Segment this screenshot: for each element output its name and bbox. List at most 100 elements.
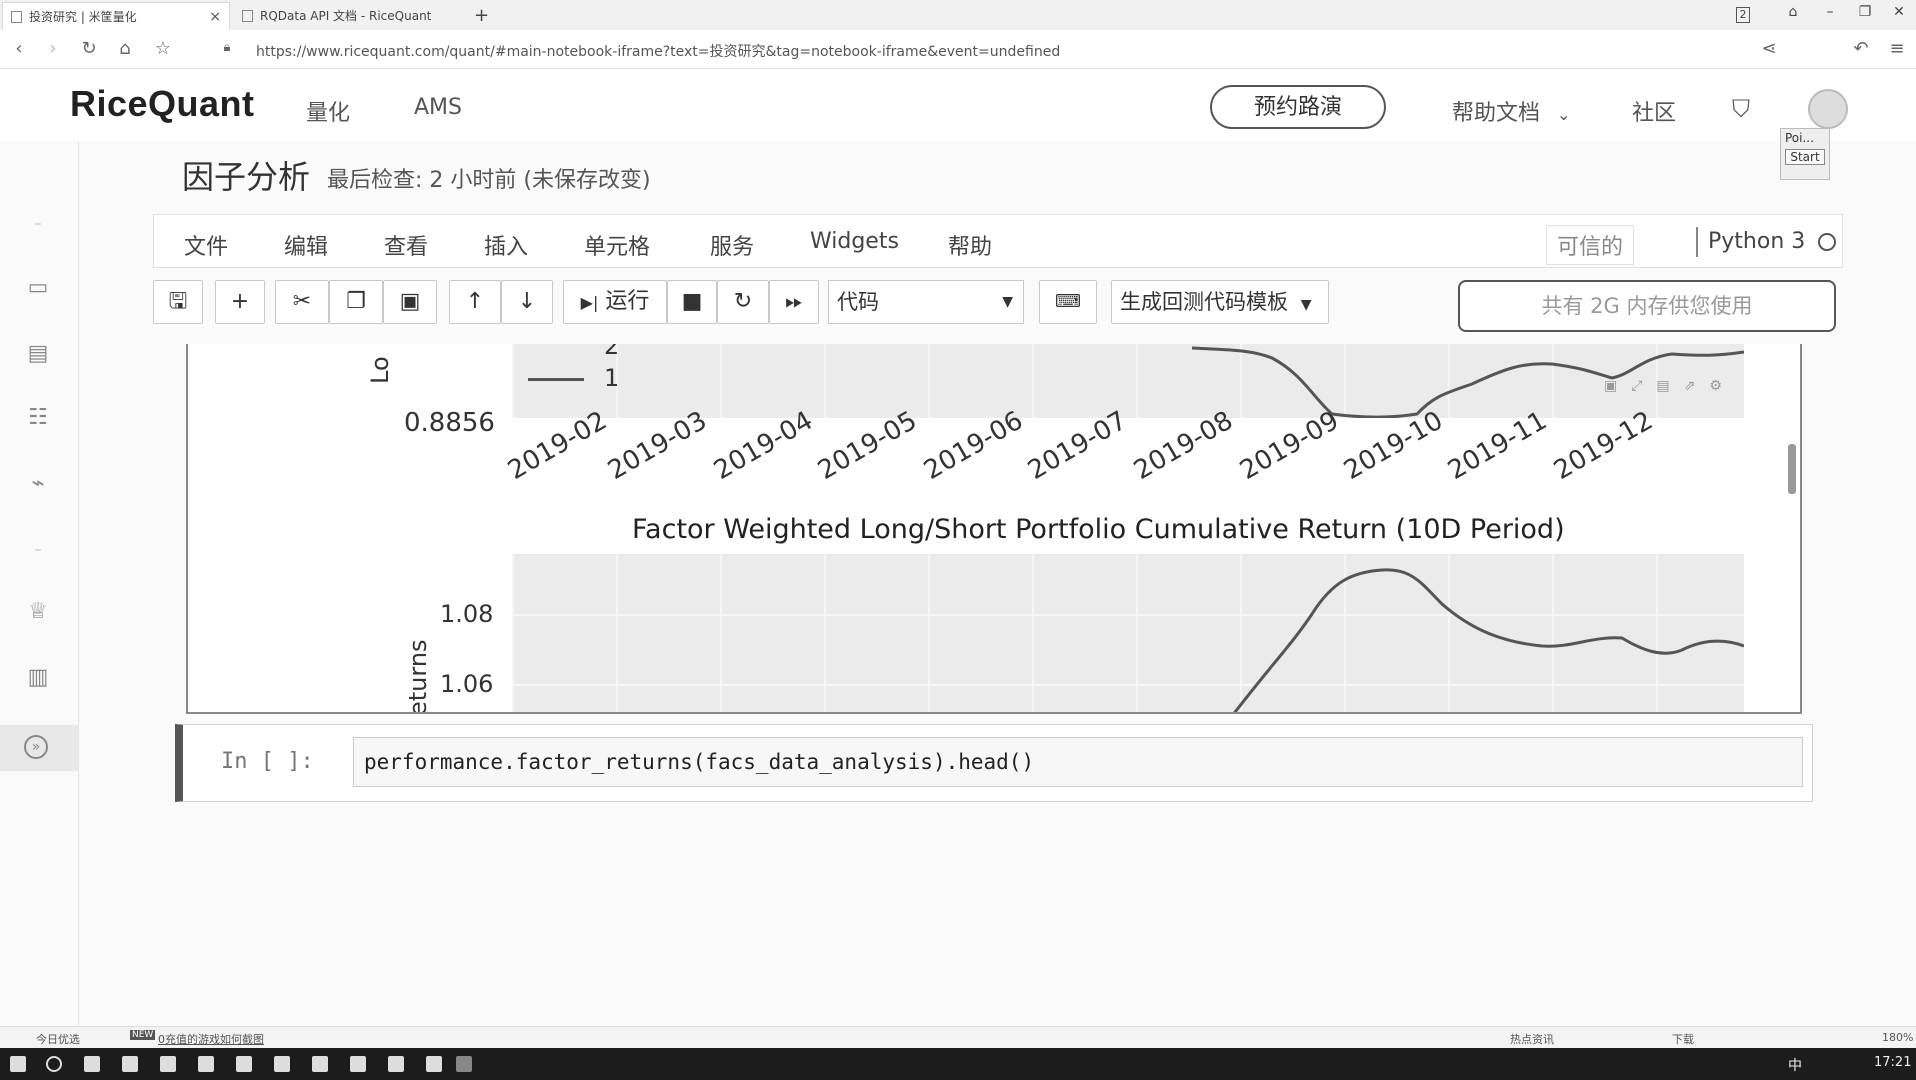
new-tab-button[interactable]: + <box>466 2 496 30</box>
app-icon[interactable] <box>274 1056 290 1072</box>
stop-icon[interactable]: ■ <box>667 280 717 324</box>
app-icon[interactable] <box>426 1056 442 1072</box>
bar-chart-icon[interactable]: ▥ <box>24 665 52 691</box>
reload-icon[interactable]: ↻ <box>76 38 102 59</box>
menu-cell[interactable]: 单元格 <box>584 229 650 261</box>
trend-chart-icon[interactable]: ⌁ <box>24 471 52 497</box>
restart-icon[interactable]: ↻ <box>717 280 769 324</box>
kernel-name[interactable]: Python 3 <box>1708 229 1805 254</box>
page-icon <box>242 10 253 22</box>
cell-output: Lo 2 1 0.8856 ▣⤢▤⇗⚙ 2019-02 2019-03 2019… <box>186 344 1802 714</box>
search-icon[interactable] <box>46 1056 62 1072</box>
y-tick-label: 1.06 <box>440 670 494 698</box>
share-icon[interactable]: ⋖ <box>1756 38 1782 59</box>
sidebar-expand-item[interactable]: » <box>0 725 78 771</box>
nav-help-docs[interactable]: 帮助文档 ⌄ <box>1452 95 1570 127</box>
nav-quant[interactable]: 量化 <box>306 95 350 127</box>
bookmark-star-icon[interactable]: ☆ <box>150 38 176 59</box>
start-button[interactable]: Start <box>1785 149 1825 165</box>
hot-news[interactable]: 热点资讯 <box>1510 1031 1554 1047</box>
menu-edit[interactable]: 编辑 <box>284 229 328 261</box>
shirt-icon[interactable]: ⛉ <box>1732 95 1750 123</box>
notebook-menubar: 文件 编辑 查看 插入 单元格 服务 Widgets 帮助 可信的 Python… <box>153 214 1843 268</box>
copy-icon[interactable]: ❐ <box>329 280 383 324</box>
windows-start-icon[interactable] <box>10 1056 26 1072</box>
monitor-chart-icon[interactable]: ▭ <box>24 275 52 301</box>
code-editor[interactable]: performance.factor_returns(facs_data_ana… <box>353 737 1803 787</box>
os-taskbar: 中 17:21 <box>0 1048 1916 1080</box>
forward-icon[interactable]: › <box>40 38 66 59</box>
menu-icon[interactable]: ≡ <box>1884 38 1910 59</box>
menu-insert[interactable]: 插入 <box>484 229 528 261</box>
dropdown-caret-icon: ▼ <box>1002 294 1013 310</box>
avatar[interactable] <box>1808 89 1848 129</box>
run-button[interactable]: ▶︎| 运行 <box>563 280 667 324</box>
news-badge: NEW <box>130 1030 156 1040</box>
trophy-icon[interactable]: ♕ <box>24 599 52 625</box>
news-link[interactable]: 0充值的游戏如何截图 <box>158 1031 264 1047</box>
zoom-level[interactable]: 180% <box>1882 1031 1913 1044</box>
menu-widgets[interactable]: Widgets <box>810 229 899 254</box>
close-tab-icon[interactable]: × <box>209 3 221 30</box>
template-button[interactable]: 生成回测代码模板 ▼ <box>1111 280 1329 324</box>
window-count-badge[interactable]: 2 <box>1736 7 1750 23</box>
template-label: 生成回测代码模板 <box>1120 290 1288 314</box>
plot-toolbar-icons[interactable]: ▣⤢▤⇗⚙ <box>1604 378 1736 394</box>
back-icon[interactable]: ‹ <box>6 38 32 59</box>
tab-research[interactable]: 投资研究 | 米筐量化 × <box>2 2 230 30</box>
shirt-icon[interactable]: ⌂ <box>1778 4 1808 20</box>
popup-widget: Poi... Start <box>1780 128 1830 180</box>
trusted-indicator[interactable]: 可信的 <box>1546 225 1635 265</box>
folder-app-icon[interactable] <box>160 1056 176 1072</box>
app-icon[interactable] <box>198 1056 214 1072</box>
paste-icon[interactable]: ▣ <box>383 280 437 324</box>
restore-icon[interactable]: ❐ <box>1850 4 1880 20</box>
cell-type-value: 代码 <box>837 290 879 314</box>
task-view-icon[interactable] <box>84 1056 100 1072</box>
add-cell-icon[interactable]: + <box>215 280 265 324</box>
menu-view[interactable]: 查看 <box>384 229 428 261</box>
active-app-icon[interactable] <box>456 1056 472 1072</box>
cut-icon[interactable]: ✂ <box>275 280 329 324</box>
code-cell[interactable]: In [ ]: performance.factor_returns(facs_… <box>175 724 1813 802</box>
menu-file[interactable]: 文件 <box>184 229 228 261</box>
home-icon[interactable]: ⌂ <box>112 38 138 59</box>
dash-icon: – <box>34 216 42 232</box>
cell-prompt: In [ ]: <box>221 749 314 774</box>
undo-icon[interactable]: ↶ <box>1848 38 1874 59</box>
move-down-icon[interactable]: ↓ <box>501 280 553 324</box>
cell-type-select[interactable]: 代码 ▼ <box>828 280 1024 324</box>
notebook-title[interactable]: 因子分析 <box>182 152 310 198</box>
nav-community[interactable]: 社区 <box>1632 95 1676 127</box>
memory-info-box: 共有 2G 内存供您使用 <box>1458 280 1836 332</box>
fast-forward-icon[interactable]: ⏩︎ <box>769 280 819 324</box>
browser-app-icon[interactable] <box>122 1056 138 1072</box>
keyboard-icon[interactable]: ⌨ <box>1039 280 1097 324</box>
app-icon[interactable] <box>236 1056 252 1072</box>
move-up-icon[interactable]: ↑ <box>449 280 501 324</box>
status-left[interactable]: 今日优选 <box>36 1031 80 1047</box>
dropdown-caret-icon: ▼ <box>1300 297 1312 313</box>
left-sidebar: – ▭ ▤ ☷ ⌁ – ♕ ▥ » <box>0 141 79 1027</box>
clock[interactable]: 17:21 <box>1874 1055 1911 1070</box>
app-icon[interactable] <box>350 1056 366 1072</box>
menu-kernel[interactable]: 服务 <box>710 229 754 261</box>
dash-icon: – <box>34 542 42 558</box>
report-icon[interactable]: ☷ <box>24 405 52 431</box>
app-icon[interactable] <box>312 1056 328 1072</box>
ricequant-logo[interactable]: RiceQuant <box>70 83 255 125</box>
data-icon[interactable]: ▤ <box>24 341 52 367</box>
ime-indicator[interactable]: 中 <box>1788 1055 1802 1075</box>
browser-tab-bar: 投资研究 | 米筐量化 × RQData API 文档 - RiceQuant … <box>0 0 1916 31</box>
nav-ams[interactable]: AMS <box>414 95 462 120</box>
close-window-icon[interactable]: ✕ <box>1884 4 1914 20</box>
output-scrollbar[interactable] <box>1788 444 1796 494</box>
save-icon[interactable]: 🖫︎ <box>153 280 203 324</box>
book-demo-button[interactable]: 预约路演 <box>1210 85 1386 129</box>
app-icon[interactable] <box>388 1056 404 1072</box>
url-field[interactable]: https://www.ricequant.com/quant/#main-no… <box>256 41 1060 61</box>
download-label[interactable]: 下载 <box>1672 1031 1694 1047</box>
minimize-icon[interactable]: – <box>1815 4 1845 20</box>
menu-help[interactable]: 帮助 <box>948 229 992 261</box>
tab-rqdata[interactable]: RQData API 文档 - RiceQuant <box>234 2 454 30</box>
